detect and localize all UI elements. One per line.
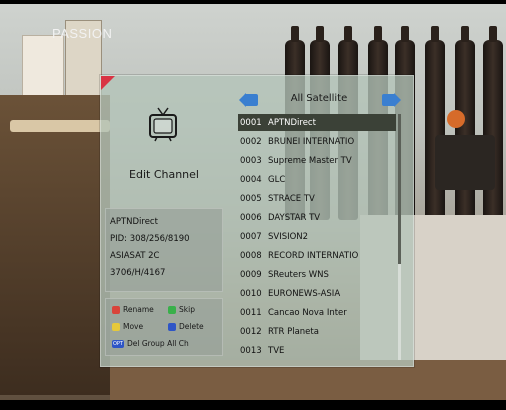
key-hint-label: Delete [179, 322, 204, 331]
channel-row[interactable]: 0002 BRUNEI INTERNATIO [238, 133, 396, 150]
channel-name: RTR Planeta [268, 326, 319, 337]
arrow-right-icon[interactable] [381, 93, 401, 107]
channel-number: 0004 [240, 174, 262, 185]
background-bottle [483, 26, 503, 220]
channel-name: APTNDirect [268, 117, 316, 128]
channel-number: 0003 [240, 155, 262, 166]
key-hint-move: Move [112, 322, 143, 331]
green-key-icon [168, 305, 176, 314]
channel-number: 0006 [240, 212, 262, 223]
key-hint-label: Skip [179, 305, 195, 314]
channel-row[interactable]: 0008 RECORD INTERNATIO [238, 247, 396, 264]
channel-number: 0011 [240, 307, 262, 318]
channel-row[interactable]: 0003 Supreme Master TV [238, 152, 396, 169]
background-plank [10, 120, 110, 132]
background-bottle-emblem [447, 110, 465, 128]
channel-number: 0001 [240, 117, 262, 128]
channel-number: 0012 [240, 326, 262, 337]
opt-key-icon: OPT [112, 339, 124, 348]
channel-number: 0007 [240, 231, 262, 242]
channel-name: DAYSTAR TV [268, 212, 321, 223]
channel-name: SReuters WNS [268, 269, 329, 280]
channel-number: 0002 [240, 136, 262, 147]
key-hint-group: OPT Del Group All Ch [112, 339, 189, 348]
blue-key-icon [168, 322, 176, 331]
key-hint-label: Del Group All Ch [127, 339, 189, 348]
info-frequency: 3706/H/4167 [110, 268, 166, 278]
channel-row[interactable]: 0010 EURONEWS-ASIA [238, 285, 396, 302]
channel-row[interactable]: 0009 SReuters WNS [238, 266, 396, 283]
channel-number: 0008 [240, 250, 262, 261]
channel-row-selected[interactable]: 0001 APTNDirect [238, 114, 396, 131]
channel-name: GLC [268, 174, 286, 185]
background-box [22, 35, 64, 97]
channel-name: EURONEWS-ASIA [268, 288, 341, 299]
tv-icon [149, 107, 177, 142]
info-satellite: ASIASAT 2C [110, 251, 160, 261]
background-bottle [425, 26, 445, 220]
channel-row[interactable]: 0007 SVISION2 [238, 228, 396, 245]
channel-name: Supreme Master TV [268, 155, 352, 166]
letterbox-bottom [0, 400, 506, 410]
channel-list[interactable]: 0001 APTNDirect 0002 BRUNEI INTERNATIO 0… [238, 114, 402, 360]
panel-title: Edit Channel [129, 168, 199, 181]
background-shelf [0, 95, 110, 395]
channel-info-box: APTNDirect PID: 308/256/8190 ASIASAT 2C … [105, 208, 223, 292]
edit-channel-panel: Edit Channel APTNDirect PID: 308/256/819… [100, 75, 414, 367]
satellite-name: All Satellite [290, 93, 348, 104]
key-hint-skip: Skip [168, 305, 195, 314]
channel-row[interactable]: 0013 TVE [238, 342, 396, 359]
arrow-left-icon[interactable] [239, 93, 259, 107]
channel-number: 0005 [240, 193, 262, 204]
yellow-key-icon [112, 322, 120, 331]
channel-number: 0009 [240, 269, 262, 280]
channel-name: TVE [268, 345, 285, 356]
key-hint-rename: Rename [112, 305, 154, 314]
red-key-icon [112, 305, 120, 314]
background-bottle [455, 26, 475, 220]
background-bottle-label [435, 135, 495, 190]
channel-name: RECORD INTERNATIO [268, 250, 359, 261]
channel-name: BRUNEI INTERNATIO [268, 136, 355, 147]
channel-list-scrollbar[interactable] [398, 114, 401, 360]
key-hints-box: Rename Skip Move Delete OPT Del Group Al… [105, 298, 223, 356]
channel-row[interactable]: 0011 Cancao Nova Inter [238, 304, 396, 321]
channel-row[interactable]: 0004 GLC [238, 171, 396, 188]
satellite-selector[interactable]: All Satellite [235, 90, 403, 112]
channel-name: Cancao Nova Inter [268, 307, 347, 318]
channel-row[interactable]: 0006 DAYSTAR TV [238, 209, 396, 226]
channel-name: STRACE TV [268, 193, 315, 204]
info-channel-name: APTNDirect [110, 217, 158, 227]
key-hint-label: Move [123, 322, 144, 331]
channel-number: 0013 [240, 345, 262, 356]
info-pid: PID: 308/256/8190 [110, 234, 190, 244]
key-hint-label: Rename [123, 305, 154, 314]
channel-row[interactable]: 0012 RTR Planeta [238, 323, 396, 340]
key-hint-delete: Delete [168, 322, 204, 331]
letterbox-top [0, 0, 506, 4]
panel-corner-accent [101, 76, 115, 90]
background-overlay-text: PASSION [52, 26, 113, 41]
channel-number: 0010 [240, 288, 262, 299]
channel-row[interactable]: 0005 STRACE TV [238, 190, 396, 207]
channel-name: SVISION2 [268, 231, 309, 242]
scrollbar-thumb[interactable] [398, 114, 401, 264]
